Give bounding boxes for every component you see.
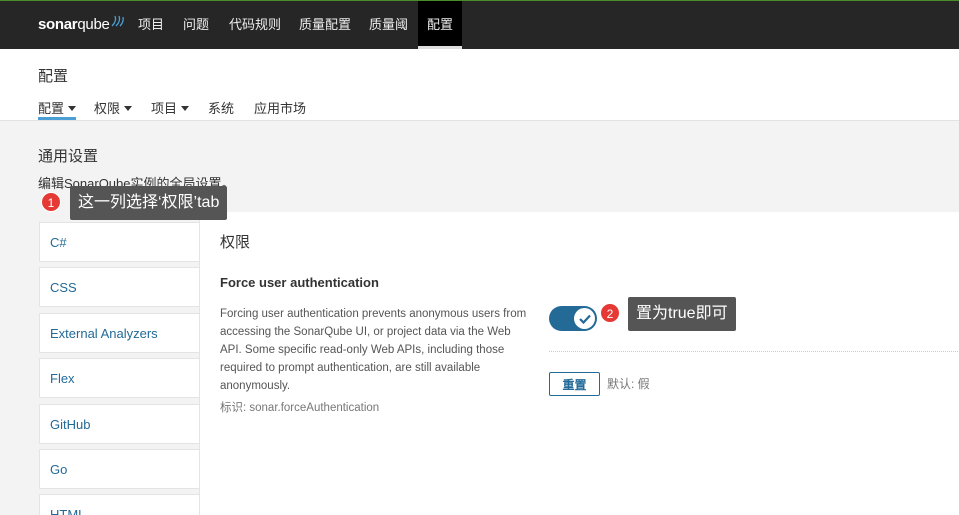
logo-waves-icon (111, 15, 124, 27)
nav-quality-gates[interactable]: 质量阈 (359, 1, 418, 49)
caret-down-icon (68, 106, 77, 111)
annotation-tooltip-1: 这一列选择‘权限’tab (70, 186, 228, 220)
tab-configuration[interactable]: 配置 (38, 98, 77, 120)
annotation-tooltip-2: 置为true即可 (628, 297, 736, 331)
nav-administration[interactable]: 配置 (418, 1, 463, 49)
logo-text-q: qube (77, 16, 110, 33)
tab-system[interactable]: 系统 (208, 98, 234, 120)
setting-key: 标识: sonar.forceAuthentication (220, 402, 380, 414)
checkmark-icon (578, 314, 591, 324)
category-item[interactable]: External Analyzers (39, 313, 199, 353)
tab-label: 项目 (151, 101, 178, 116)
toggle-knob (574, 308, 595, 329)
nav-rules[interactable]: 代码规则 (219, 1, 291, 49)
panel-title: 权限 (220, 234, 251, 251)
setting-name: Force user authentication (220, 275, 379, 290)
reset-button[interactable]: 重置 (549, 372, 600, 396)
sonarqube-logo[interactable]: sonar qube (38, 15, 125, 33)
category-item[interactable]: C# (39, 222, 199, 262)
caret-down-icon (181, 106, 190, 111)
annotation-badge-2: 2 (600, 303, 620, 323)
nav-projects[interactable]: 项目 (128, 1, 174, 49)
category-item[interactable]: GitHub (39, 404, 199, 444)
page-title: 配置 (38, 68, 69, 85)
tab-label: 权限 (94, 101, 121, 116)
tab-projects[interactable]: 项目 (151, 98, 190, 120)
nav-quality-profiles[interactable]: 质量配置 (289, 1, 361, 49)
category-item[interactable]: Flex (39, 358, 199, 398)
caret-down-icon (124, 106, 133, 111)
default-value: 默认: 假 (607, 377, 650, 391)
category-item[interactable]: Go (39, 449, 199, 489)
force-auth-toggle[interactable] (549, 306, 597, 331)
logo-text-main: sonar (38, 16, 78, 33)
settings-panel: 权限 Force user authentication Forcing use… (199, 212, 959, 515)
annotation-badge-1: 1 (41, 192, 61, 212)
setting-description: Forcing user authentication prevents ano… (220, 308, 527, 392)
tab-label: 配置 (38, 101, 65, 116)
category-item[interactable]: HTML (39, 494, 199, 515)
tab-security[interactable]: 权限 (94, 98, 133, 120)
page-header: 配置 配置 权限 项目 系统 应用市场 (0, 49, 959, 121)
tab-marketplace[interactable]: 应用市场 (254, 98, 306, 120)
nav-issues[interactable]: 问题 (173, 1, 219, 49)
section-title: 通用设置 (38, 148, 99, 165)
top-navbar: sonar qube 项目 问题 代码规则 质量配置 质量阈 配置 (0, 0, 959, 49)
category-item[interactable]: CSS (39, 267, 199, 307)
divider (549, 351, 959, 352)
